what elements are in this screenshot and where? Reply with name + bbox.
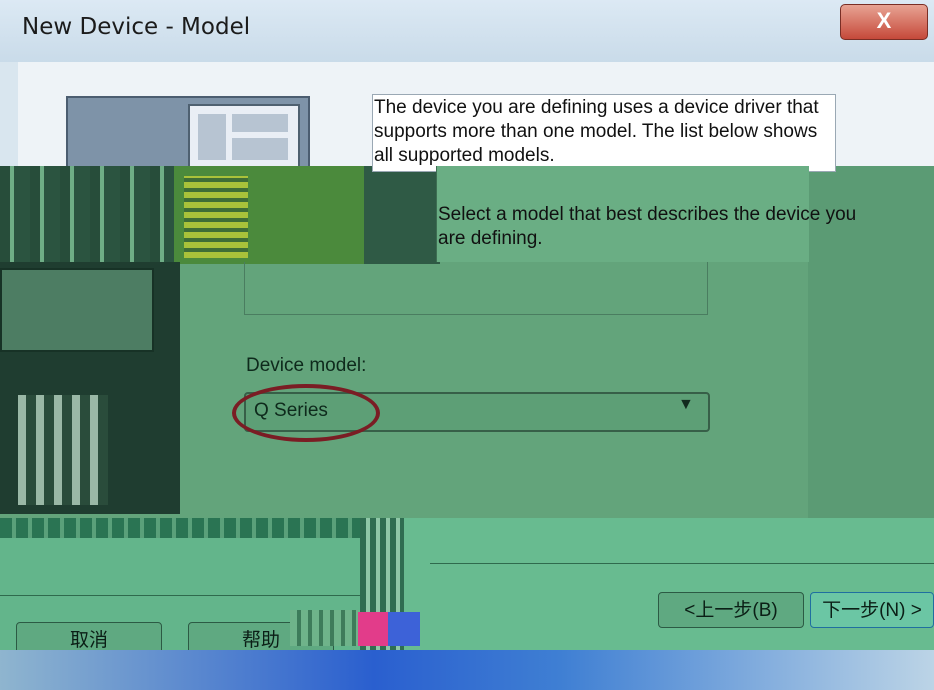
device-model-label: Device model: — [246, 355, 367, 376]
separator-line-right — [430, 563, 934, 564]
illustration-stripes — [0, 166, 180, 264]
highlight-ellipse — [232, 384, 380, 442]
description-frame — [244, 262, 708, 315]
monitor-screen-illustration — [188, 104, 300, 172]
button-area-right — [404, 518, 934, 650]
plc-unit-illustration — [0, 268, 154, 352]
description-text: The device you are defining uses a devic… — [374, 97, 819, 166]
render-artifact-pink — [358, 612, 388, 646]
back-button[interactable]: <上一步(B) — [658, 592, 804, 628]
next-button[interactable]: 下一步(N) > — [810, 592, 934, 628]
render-artifact-blue — [388, 612, 420, 646]
chevron-down-icon[interactable]: ▼ — [678, 396, 694, 414]
terminal-keypad-illustration — [184, 176, 248, 258]
close-button[interactable]: X — [840, 4, 928, 40]
window-title: New Device - Model — [22, 14, 251, 40]
plc-rack-illustration — [18, 395, 108, 505]
taskbar-strip — [0, 650, 934, 690]
separator-line — [0, 595, 360, 596]
render-artifact — [290, 610, 360, 646]
select-hint-text: Select a model that best describes the d… — [438, 204, 857, 249]
